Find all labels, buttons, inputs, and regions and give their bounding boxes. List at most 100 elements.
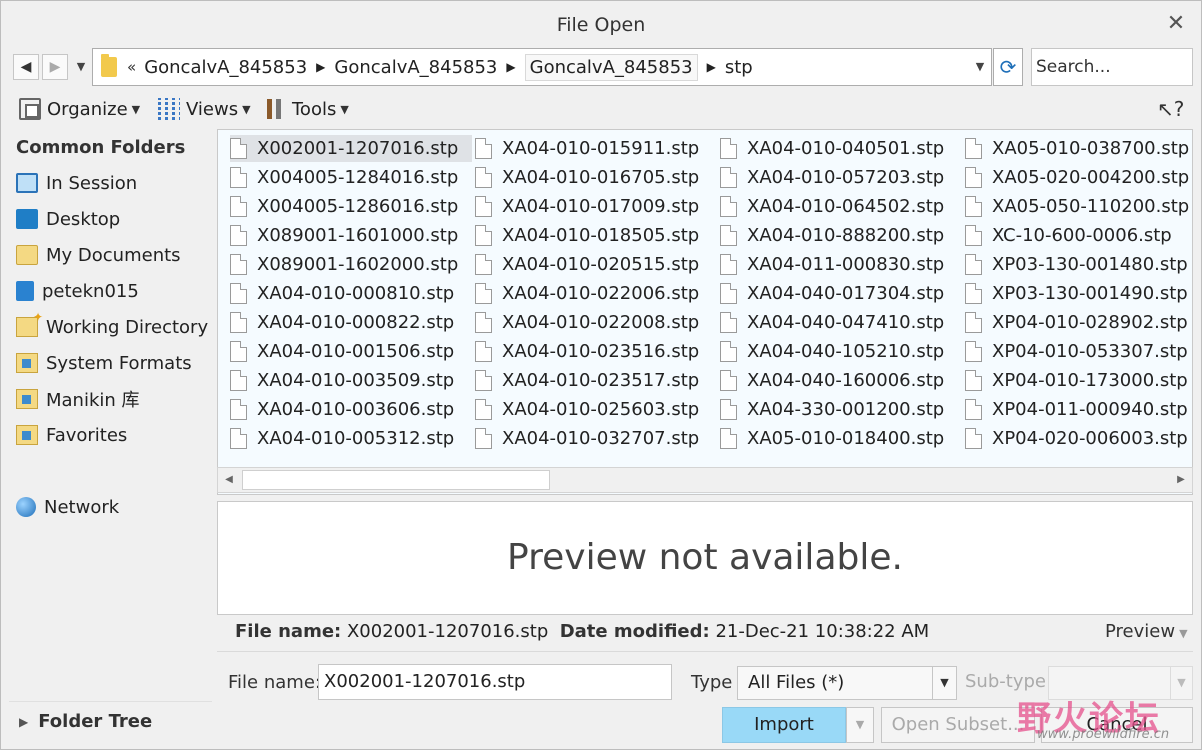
file-name: XP04-011-000940.stp [992,399,1188,420]
sidebar-item-favorites[interactable]: Favorites [16,420,127,450]
views-menu[interactable]: Views ▼ [158,95,251,123]
file-icon [720,370,737,391]
import-options-dropdown-icon[interactable]: ▼ [846,707,874,743]
horizontal-scrollbar[interactable]: ◀ ▶ [217,467,1193,493]
file-item[interactable]: XA04-010-001506.stp [230,338,454,365]
breadcrumb-separator-icon[interactable]: ▶ [707,60,716,74]
sidebar-item-label: System Formats [46,352,192,374]
file-icon [230,254,247,275]
file-item[interactable]: XA05-010-038700.stp [965,135,1189,162]
scrollbar-thumb[interactable] [242,470,550,490]
file-item[interactable]: XA04-010-018505.stp [475,222,699,249]
file-item[interactable]: XA04-010-020515.stp [475,251,699,278]
context-help-icon[interactable]: ↖? [1157,95,1187,123]
file-item[interactable]: XA04-010-888200.stp [720,222,944,249]
overflow-chevron-icon[interactable]: « [127,58,136,76]
file-name: XA04-010-015911.stp [502,138,700,159]
search-input[interactable]: Search... [1031,48,1193,86]
subtype-select[interactable]: ▼ [1048,666,1193,700]
file-item[interactable]: XA04-010-005312.stp [230,425,454,452]
file-item[interactable]: XP04-010-053307.stp [965,338,1188,365]
close-icon[interactable]: ✕ [1165,13,1187,35]
cancel-button[interactable]: Cancel [1041,707,1193,743]
breadcrumb-item[interactable]: GoncalvA_845853 [334,57,497,78]
file-item[interactable]: XA04-040-105210.stp [720,338,944,365]
file-item[interactable]: XA04-010-040501.stp [720,135,944,162]
file-icon [965,283,982,304]
file-item[interactable]: XA04-010-000810.stp [230,280,454,307]
file-item[interactable]: XA04-010-017009.stp [475,193,699,220]
file-name: XA04-010-023516.stp [502,341,700,362]
address-bar[interactable]: « GoncalvA_845853 ▶ GoncalvA_845853 ▶ Go… [92,48,992,86]
back-button[interactable]: ◀ [13,54,39,80]
file-item[interactable]: XA04-010-016705.stp [475,164,699,191]
address-dropdown-icon[interactable]: ▼ [971,49,989,85]
breadcrumb-separator-icon[interactable]: ▶ [316,60,325,74]
sidebar-item-in-session[interactable]: In Session [16,168,137,198]
file-list[interactable]: X002001-1207016.stp X004005-1284016.stp X0… [217,129,1193,495]
file-item[interactable]: XP04-010-173000.stp [965,367,1188,394]
file-item[interactable]: XA04-040-160006.stp [720,367,944,394]
file-item[interactable]: X089001-1601000.stp [230,222,458,249]
file-item[interactable]: XA04-010-003509.stp [230,367,454,394]
folder-tree-toggle[interactable]: ▶ Folder Tree [9,701,212,741]
tools-menu[interactable]: Tools ▼ [264,95,349,123]
sidebar-item-system-formats[interactable]: System Formats [16,348,192,378]
file-item[interactable]: XP03-130-001490.stp [965,280,1188,307]
refresh-icon[interactable]: ⟳ [993,48,1023,86]
history-dropdown-icon[interactable]: ▼ [73,54,89,80]
breadcrumb-item[interactable]: GoncalvA_845853 [144,57,307,78]
file-item[interactable]: XA04-010-022008.stp [475,309,699,336]
file-item[interactable]: X002001-1207016.stp [230,135,473,162]
scroll-right-icon[interactable]: ▶ [1170,468,1192,492]
preview-toggle[interactable]: Preview ▼ [1105,621,1188,642]
file-item[interactable]: XA04-330-001200.stp [720,396,944,423]
file-name: X089001-1602000.stp [257,254,459,275]
file-item[interactable]: XA04-010-003606.stp [230,396,454,423]
file-item[interactable]: X004005-1286016.stp [230,193,458,220]
chevron-down-icon[interactable]: ▼ [932,667,956,699]
file-item[interactable]: XA05-010-018400.stp [720,425,944,452]
scroll-left-icon[interactable]: ◀ [218,468,240,492]
file-item[interactable]: XA04-010-025603.stp [475,396,699,423]
file-icon [230,399,247,420]
import-button[interactable]: Import [722,707,846,743]
file-item[interactable]: XA04-010-057203.stp [720,164,944,191]
views-icon [158,98,180,120]
file-item[interactable]: XA04-010-015911.stp [475,135,699,162]
file-item[interactable]: XA04-010-023517.stp [475,367,699,394]
file-item[interactable]: XA04-040-017304.stp [720,280,944,307]
file-item[interactable]: XC-10-600-0006.stp [965,222,1172,249]
organize-menu[interactable]: Organize ▼ [19,95,140,123]
sidebar-item-label: Manikin 库 [46,390,140,411]
forward-button[interactable]: ▶ [42,54,68,80]
type-select[interactable]: All Files (*) ▼ [737,666,957,700]
chevron-down-icon[interactable]: ▼ [1170,667,1192,699]
file-item[interactable]: XA04-011-000830.stp [720,251,944,278]
file-item[interactable]: XP04-011-000940.stp [965,396,1188,423]
file-item[interactable]: X089001-1602000.stp [230,251,458,278]
file-item[interactable]: X004005-1284016.stp [230,164,458,191]
sidebar-item-computer[interactable]: petekn015 [16,276,139,306]
sidebar-item-manikin[interactable]: Manikin 库 [16,384,140,414]
file-item[interactable]: XA05-050-110200.stp [965,193,1189,220]
file-item[interactable]: XA05-020-004200.stp [965,164,1189,191]
sidebar-item-my-documents[interactable]: My Documents [16,240,181,270]
file-item[interactable]: XA04-010-000822.stp [230,309,454,336]
file-item[interactable]: XA04-040-047410.stp [720,309,944,336]
file-item[interactable]: XA04-010-022006.stp [475,280,699,307]
file-item[interactable]: XA04-010-032707.stp [475,425,699,452]
file-name-input[interactable]: X002001-1207016.stp [318,664,672,700]
sidebar-item-working-directory[interactable]: Working Directory [16,310,208,342]
file-item[interactable]: XP04-020-006003.stp [965,425,1188,452]
sidebar-item-desktop[interactable]: Desktop [16,204,120,234]
open-subset-button[interactable]: Open Subset... [881,707,1035,743]
file-item[interactable]: XA04-010-023516.stp [475,338,699,365]
breadcrumb-item[interactable]: GoncalvA_845853 [524,53,698,81]
breadcrumb-item[interactable]: stp [725,57,753,78]
file-item[interactable]: XP03-130-001480.stp [965,251,1188,278]
sidebar-item-network[interactable]: Network [16,492,119,522]
file-item[interactable]: XP04-010-028902.stp [965,309,1188,336]
breadcrumb-separator-icon[interactable]: ▶ [506,60,515,74]
file-item[interactable]: XA04-010-064502.stp [720,193,944,220]
